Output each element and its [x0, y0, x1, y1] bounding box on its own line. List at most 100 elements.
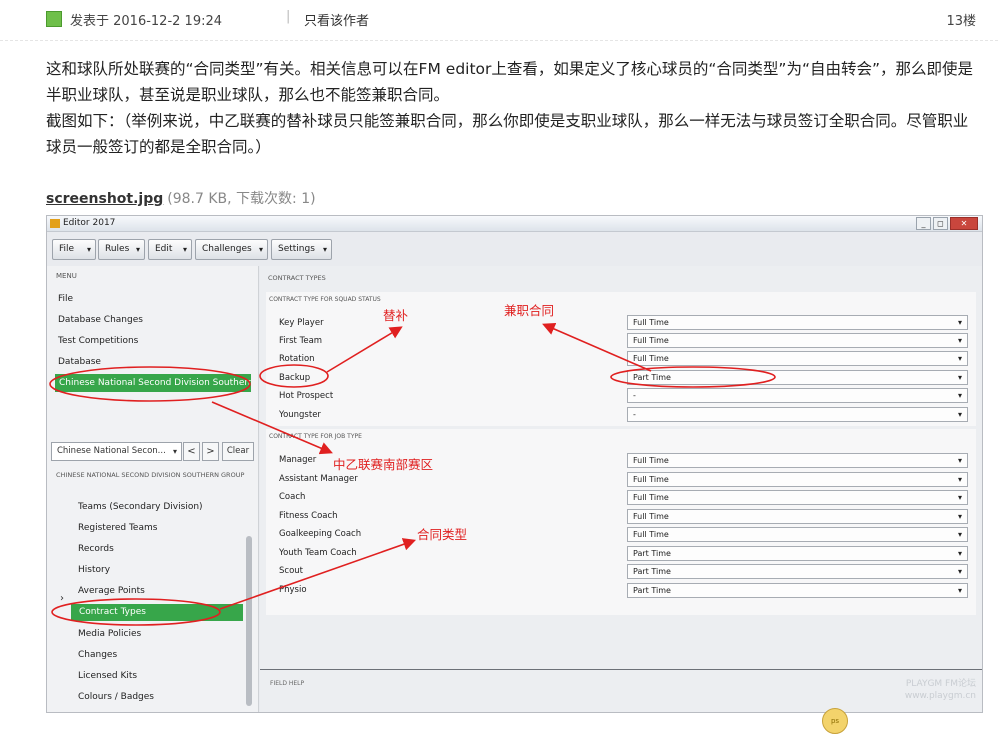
annotation-backup: 替补 [383, 308, 409, 323]
row-label: Manager [279, 455, 317, 465]
sub-item-licensed-kits[interactable]: Licensed Kits [78, 671, 137, 681]
chevron-down-icon: ▾ [957, 373, 962, 382]
menu-item-selected-competition[interactable]: Chinese National Second Division Souther… [55, 374, 251, 392]
annotation-contract-type: 合同类型 [417, 527, 468, 542]
sub-item-contract-types[interactable]: Contract Types [71, 604, 243, 621]
row-label: Rotation [279, 354, 315, 364]
toolbar-file-button[interactable]: File ▾ [52, 239, 96, 260]
contract-select[interactable]: Part Time ▾ [627, 546, 968, 561]
contract-select[interactable]: - ▾ [627, 388, 968, 403]
sub-item-teams[interactable]: Teams (Secondary Division) [78, 502, 203, 512]
close-icon[interactable]: ✕ [950, 217, 978, 230]
author-only-link[interactable]: 只看该作者 [304, 10, 369, 29]
contract-select[interactable]: Full Time ▾ [627, 527, 968, 542]
competition-select[interactable]: Chinese National Secon... ▾ [51, 442, 182, 461]
competition-select-value: Chinese National Secon... [57, 446, 166, 456]
select-value: Full Time [633, 475, 669, 484]
contract-select[interactable]: Full Time ▾ [627, 509, 968, 524]
post-timestamp: 发表于 2016-12-2 19:24 [70, 14, 223, 29]
floor-number[interactable]: 13楼 [946, 10, 976, 29]
row-label: Backup [279, 373, 311, 383]
window-titlebar: Editor 2017 _ ◻ ✕ [47, 216, 982, 232]
sidebar-scrollbar[interactable] [246, 536, 252, 706]
attachment-meta: (98.7 KB, 下载次数: 1) [167, 191, 316, 207]
select-value: - [633, 391, 636, 400]
screenshot-image[interactable]: Editor 2017 _ ◻ ✕ File ▾ Rules ▾ Edit ▾ Cha… [46, 215, 983, 713]
app-icon [50, 219, 60, 228]
sub-item-changes[interactable]: Changes [78, 650, 117, 660]
row-label: Fitness Coach [279, 511, 338, 521]
row-label: Goalkeeping Coach [279, 529, 362, 539]
toolbar-label: File [59, 244, 75, 254]
select-value: - [633, 410, 636, 419]
menu-item-database-changes[interactable]: Database Changes [58, 315, 143, 325]
contract-select[interactable]: Full Time ▾ [627, 333, 968, 348]
watermark-logo-icon: ps [822, 708, 848, 734]
restore-icon[interactable]: ◻ [933, 217, 948, 230]
contract-select[interactable]: Full Time ▾ [627, 472, 968, 487]
chevron-down-icon: ▾ [957, 567, 962, 576]
contract-select[interactable]: Full Time ▾ [627, 453, 968, 468]
attachment: screenshot.jpg (98.7 KB, 下载次数: 1) [46, 188, 316, 208]
chevron-down-icon: ▾ [172, 447, 177, 456]
squad-group-label: CONTRACT TYPE FOR SQUAD STATUS [269, 296, 381, 303]
section-title: CONTRACT TYPES [268, 274, 326, 282]
chevron-down-icon: ▾ [957, 336, 962, 345]
chevron-down-icon: ▾ [957, 475, 962, 484]
chevron-down-icon: ▾ [258, 245, 263, 254]
job-group-label: CONTRACT TYPE FOR JOB TYPE [269, 433, 362, 440]
sub-item-history[interactable]: History [78, 565, 110, 575]
header-divider [0, 40, 998, 41]
row-label: Youth Team Coach [279, 548, 357, 558]
select-value: Part Time [633, 586, 671, 595]
sub-item-registered-teams[interactable]: Registered Teams [78, 523, 157, 533]
contract-select[interactable]: Full Time ▾ [627, 351, 968, 366]
contract-select[interactable]: - ▾ [627, 407, 968, 422]
toolbar-edit-button[interactable]: Edit ▾ [148, 239, 192, 260]
chevron-right-icon[interactable]: › [60, 593, 64, 604]
select-value: Part Time [633, 373, 671, 382]
sidebar: MENU File Database Changes Test Competit… [47, 266, 259, 712]
select-value: Full Time [633, 512, 669, 521]
contract-select[interactable]: Full Time ▾ [627, 490, 968, 505]
attachment-link[interactable]: screenshot.jpg [46, 191, 163, 207]
annotation-league: 中乙联赛南部赛区 [333, 457, 434, 472]
minimize-icon[interactable]: _ [916, 217, 931, 230]
select-value: Full Time [633, 530, 669, 539]
select-value: Full Time [633, 493, 669, 502]
row-label: Assistant Manager [279, 474, 358, 484]
sub-item-records[interactable]: Records [78, 544, 114, 554]
menu-item-database[interactable]: Database [58, 357, 101, 367]
sub-item-media-policies[interactable]: Media Policies [78, 629, 141, 639]
chevron-down-icon: ▾ [957, 456, 962, 465]
chevron-down-icon: ▾ [957, 391, 962, 400]
sub-item-colours-badges[interactable]: Colours / Badges [78, 692, 154, 702]
sub-item-average-points[interactable]: Average Points [78, 586, 145, 596]
contract-select[interactable]: Part Time ▾ [627, 564, 968, 579]
chevron-down-icon: ▾ [957, 549, 962, 558]
chevron-down-icon: ▾ [957, 410, 962, 419]
clear-button[interactable]: Clear [222, 442, 254, 461]
contract-select[interactable]: Part Time ▾ [627, 583, 968, 598]
squad-status-group: CONTRACT TYPE FOR SQUAD STATUS Key Playe… [266, 292, 976, 426]
select-value: Full Time [633, 336, 669, 345]
row-label: Hot Prospect [279, 391, 334, 401]
menu-item-file[interactable]: File [58, 294, 73, 304]
menu-item-test-competitions[interactable]: Test Competitions [58, 336, 138, 346]
row-label: Coach [279, 492, 306, 502]
contract-select[interactable]: Part Time ▾ [627, 370, 968, 385]
toolbar: File ▾ Rules ▾ Edit ▾ Challenges ▾ Settings ▾ [47, 233, 982, 265]
chevron-down-icon: ▾ [86, 245, 91, 254]
row-label: First Team [279, 336, 323, 346]
toolbar-settings-button[interactable]: Settings ▾ [271, 239, 332, 260]
row-label: Physio [279, 585, 307, 595]
contract-select[interactable]: Full Time ▾ [627, 315, 968, 330]
toolbar-challenges-button[interactable]: Challenges ▾ [195, 239, 268, 260]
next-button[interactable]: > [202, 442, 219, 461]
chevron-down-icon: ▾ [957, 512, 962, 521]
competition-group-label: CHINESE NATIONAL SECOND DIVISION SOUTHER… [56, 471, 245, 479]
toolbar-rules-button[interactable]: Rules ▾ [98, 239, 145, 260]
prev-button[interactable]: < [183, 442, 200, 461]
row-label: Youngster [279, 410, 321, 420]
select-value: Full Time [633, 354, 669, 363]
